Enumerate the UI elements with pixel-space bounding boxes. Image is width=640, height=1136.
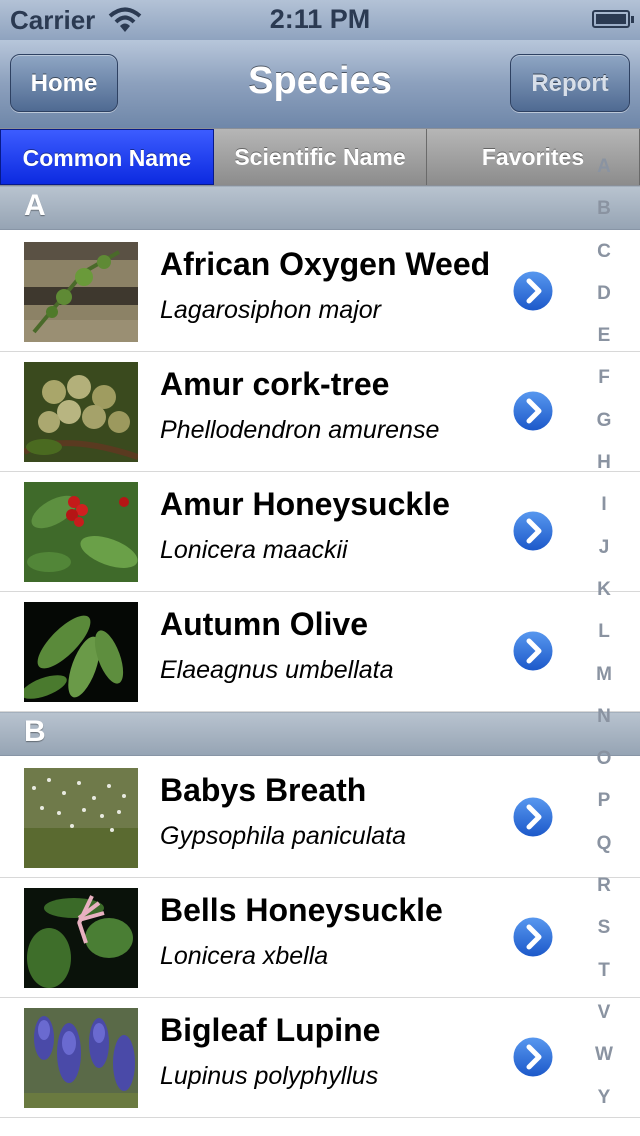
detail-disclosure-icon[interactable]: [510, 794, 556, 840]
detail-disclosure-icon[interactable]: [510, 268, 556, 314]
species-scientific-name: Phellodendron amurense: [160, 416, 440, 444]
species-row[interactable]: Bells Honeysuckle Lonicera xbella: [0, 878, 640, 998]
index-letter-t[interactable]: T: [584, 950, 624, 992]
species-row[interactable]: Amur cork-tree Phellodendron amurense: [0, 352, 640, 472]
species-common-name: Autumn Olive: [160, 606, 369, 642]
species-scientific-name: Gypsophila paniculata: [160, 822, 406, 850]
index-letter-e[interactable]: E: [584, 315, 624, 357]
index-letter-j[interactable]: J: [584, 527, 624, 569]
index-letter-r[interactable]: R: [584, 865, 624, 907]
detail-disclosure-icon[interactable]: [510, 1034, 556, 1080]
section-header-a: A: [0, 186, 640, 230]
status-bar: Carrier 2:11 PM: [0, 0, 640, 40]
species-thumbnail: [24, 602, 138, 702]
index-letter-l[interactable]: L: [584, 611, 624, 653]
index-letter-f[interactable]: F: [584, 357, 624, 399]
index-letter-p[interactable]: P: [584, 780, 624, 822]
detail-disclosure-icon[interactable]: [510, 508, 556, 554]
index-letter-c[interactable]: C: [584, 231, 624, 273]
species-row[interactable]: Bigleaf Lupine Lupinus polyphyllus: [0, 998, 640, 1118]
index-letter-d[interactable]: D: [584, 273, 624, 315]
index-letter-o[interactable]: O: [584, 738, 624, 780]
species-thumbnail: [24, 888, 138, 988]
section-index[interactable]: ABCDEFGHIJKLMNOPQRSTVWY: [584, 146, 624, 1119]
index-letter-h[interactable]: H: [584, 442, 624, 484]
species-thumbnail: [24, 482, 138, 582]
detail-disclosure-icon[interactable]: [510, 914, 556, 960]
index-letter-v[interactable]: V: [584, 992, 624, 1034]
index-letter-w[interactable]: W: [584, 1034, 624, 1076]
battery-icon: [592, 10, 634, 28]
species-common-name: Bells Honeysuckle: [160, 892, 443, 928]
report-button[interactable]: Report: [510, 54, 630, 112]
species-row[interactable]: Babys Breath Gypsophila paniculata: [0, 758, 640, 878]
species-common-name: Bigleaf Lupine: [160, 1012, 381, 1048]
species-row[interactable]: African Oxygen Weed Lagarosiphon major: [0, 232, 640, 352]
index-letter-i[interactable]: I: [584, 484, 624, 526]
segment-scientific-name[interactable]: Scientific Name: [214, 129, 427, 185]
index-letter-n[interactable]: N: [584, 696, 624, 738]
index-letter-y[interactable]: Y: [584, 1077, 624, 1119]
species-scientific-name: Lagarosiphon major: [160, 296, 381, 324]
index-letter-g[interactable]: G: [584, 400, 624, 442]
section-header-label: B: [24, 715, 46, 748]
species-thumbnail: [24, 242, 138, 342]
index-letter-a[interactable]: A: [584, 146, 624, 188]
species-thumbnail: [24, 768, 138, 868]
species-row[interactable]: Autumn Olive Elaeagnus umbellata: [0, 592, 640, 712]
navigation-bar: Home Species Report: [0, 40, 640, 129]
species-scientific-name: Elaeagnus umbellata: [160, 656, 394, 684]
species-common-name: African Oxygen Weed: [160, 246, 491, 282]
species-scientific-name: Lonicera maackii: [160, 536, 348, 564]
species-row[interactable]: Amur Honeysuckle Lonicera maackii: [0, 472, 640, 592]
section-header-label: A: [24, 189, 46, 222]
index-letter-m[interactable]: M: [584, 654, 624, 696]
sort-segmented-control: Common Name Scientific Name Favorites: [0, 128, 640, 186]
index-letter-s[interactable]: S: [584, 907, 624, 949]
species-thumbnail: [24, 1008, 138, 1108]
index-letter-q[interactable]: Q: [584, 823, 624, 865]
species-thumbnail: [24, 362, 138, 462]
species-scientific-name: Lonicera xbella: [160, 942, 329, 970]
species-common-name: Amur Honeysuckle: [160, 486, 450, 522]
species-scientific-name: Lupinus polyphyllus: [160, 1062, 379, 1090]
segment-common-name[interactable]: Common Name: [0, 129, 214, 185]
detail-disclosure-icon[interactable]: [510, 388, 556, 434]
species-common-name: Amur cork-tree: [160, 366, 390, 402]
species-common-name: Babys Breath: [160, 772, 367, 808]
clock-label: 2:11 PM: [269, 4, 371, 34]
detail-disclosure-icon[interactable]: [510, 628, 556, 674]
section-header-b: B: [0, 712, 640, 756]
index-letter-b[interactable]: B: [584, 188, 624, 230]
index-letter-k[interactable]: K: [584, 569, 624, 611]
